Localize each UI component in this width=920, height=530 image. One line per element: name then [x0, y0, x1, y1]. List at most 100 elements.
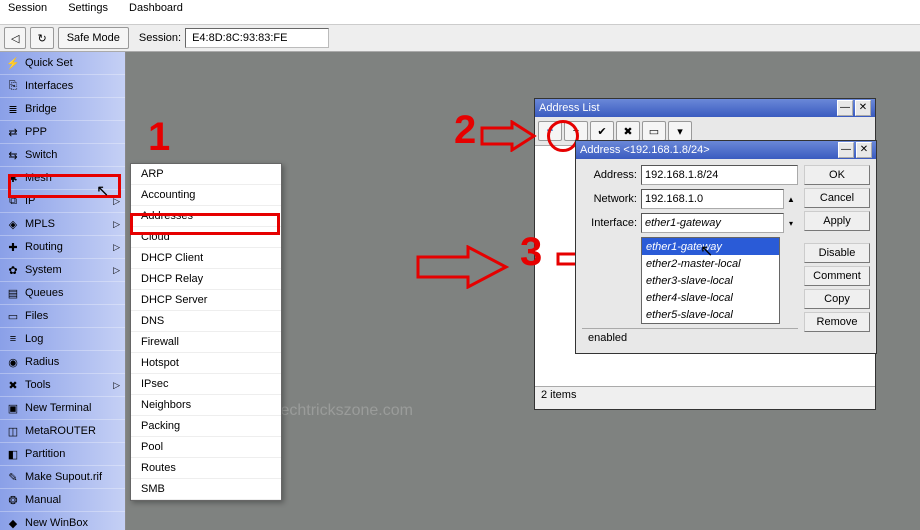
sidebar-item-label: Interfaces: [25, 80, 120, 92]
submenu-item-dhcp-client[interactable]: DHCP Client: [131, 248, 281, 269]
sidebar-item-mpls[interactable]: ◈MPLS▷: [0, 213, 125, 236]
cancel-button[interactable]: Cancel: [804, 188, 870, 208]
submenu-item-pool[interactable]: Pool: [131, 437, 281, 458]
sidebar-item-label: Partition: [25, 448, 120, 460]
submenu-item-dhcp-relay[interactable]: DHCP Relay: [131, 269, 281, 290]
sidebar-icon: ✎: [5, 469, 21, 485]
menu-item[interactable]: Session: [8, 2, 47, 14]
sidebar-icon: ▭: [5, 308, 21, 324]
list-item[interactable]: ether5-slave-local: [642, 306, 779, 323]
network-label: Network:: [582, 193, 637, 205]
sidebar-item-quick-set[interactable]: ⚡Quick Set: [0, 52, 125, 75]
cursor-icon: ↖: [96, 181, 109, 201]
sidebar-item-files[interactable]: ▭ Files: [0, 305, 125, 328]
sidebar-icon: ⚡: [5, 55, 21, 71]
submenu-item-addresses[interactable]: Addresses: [131, 206, 281, 227]
close-icon[interactable]: ✕: [855, 100, 871, 116]
sidebar-item-partition[interactable]: ◧ Partition: [0, 443, 125, 466]
submenu-item-dns[interactable]: DNS: [131, 311, 281, 332]
sidebar-item-manual[interactable]: ❂Manual: [0, 489, 125, 512]
dialog-fields: Address: 192.168.1.8/24 Network: 192.168…: [582, 165, 798, 347]
tool-button[interactable]: ▭: [642, 121, 666, 141]
address-input[interactable]: 192.168.1.8/24: [641, 165, 798, 185]
close-icon[interactable]: ✕: [856, 142, 872, 158]
sidebar: ⚡Quick Set⎘Interfaces≣Bridge⇄PPP⇆Switch✱…: [0, 52, 126, 530]
safe-mode-button[interactable]: Safe Mode: [58, 27, 129, 49]
sidebar-item-tools[interactable]: ✖Tools▷: [0, 374, 125, 397]
sidebar-item-metarouter[interactable]: ◫ MetaROUTER: [0, 420, 125, 443]
sidebar-item-switch[interactable]: ⇆ Switch: [0, 144, 125, 167]
tool-button[interactable]: ▾: [668, 121, 692, 141]
sidebar-icon: ✚: [5, 239, 21, 255]
sidebar-item-label: MPLS: [25, 218, 113, 230]
submenu-item-neighbors[interactable]: Neighbors: [131, 395, 281, 416]
sidebar-item-label: Files: [25, 310, 120, 322]
sidebar-item-queues[interactable]: ▤Queues: [0, 282, 125, 305]
arrow-icon: [416, 245, 512, 289]
submenu-item-packing[interactable]: Packing: [131, 416, 281, 437]
sidebar-icon: ◈: [5, 216, 21, 232]
sidebar-item-new-terminal[interactable]: ▣New Terminal: [0, 397, 125, 420]
sidebar-item-bridge[interactable]: ≣Bridge: [0, 98, 125, 121]
submenu-item-arp[interactable]: ARP: [131, 164, 281, 185]
sidebar-item-label: Log: [25, 333, 120, 345]
sidebar-icon: ✖: [5, 377, 21, 393]
sidebar-icon: ⇆: [5, 147, 21, 163]
ok-button[interactable]: OK: [804, 165, 870, 185]
sidebar-item-radius[interactable]: ◉Radius: [0, 351, 125, 374]
list-item[interactable]: ether4-slave-local: [642, 289, 779, 306]
window-titlebar[interactable]: Address List — ✕: [535, 99, 875, 117]
tool-button[interactable]: ✖: [616, 121, 640, 141]
comment-button[interactable]: Comment: [804, 266, 870, 286]
up-icon[interactable]: ▲: [784, 195, 798, 204]
back-button[interactable]: ◁: [4, 27, 26, 49]
interface-select[interactable]: ether1-gateway: [641, 213, 784, 233]
window-titlebar[interactable]: Address <192.168.1.8/24> — ✕: [576, 141, 876, 159]
window-title: Address <192.168.1.8/24>: [580, 144, 836, 156]
menu-item[interactable]: Dashboard: [129, 2, 183, 14]
sidebar-item-log[interactable]: ≡Log: [0, 328, 125, 351]
menu-item[interactable]: Settings: [68, 2, 108, 14]
sidebar-item-routing[interactable]: ✚Routing▷: [0, 236, 125, 259]
list-item[interactable]: ether3-slave-local: [642, 272, 779, 289]
submenu-item-dhcp-server[interactable]: DHCP Server: [131, 290, 281, 311]
add-button[interactable]: +: [538, 121, 562, 141]
submenu-item-accounting[interactable]: Accounting: [131, 185, 281, 206]
minimize-icon[interactable]: —: [838, 142, 854, 158]
sidebar-icon: ◧: [5, 446, 21, 462]
sidebar-item-ppp[interactable]: ⇄PPP: [0, 121, 125, 144]
sidebar-icon: ◫: [5, 423, 21, 439]
remove-button[interactable]: Remove: [804, 312, 870, 332]
dropdown-icon[interactable]: ▾: [784, 219, 798, 228]
sidebar-item-make-supout.rif[interactable]: ✎Make Supout.rif: [0, 466, 125, 489]
status-text: enabled: [582, 328, 798, 347]
annotation-number: 2: [454, 108, 476, 153]
cursor-icon: ↖: [700, 241, 713, 261]
submenu-item-hotspot[interactable]: Hotspot: [131, 353, 281, 374]
window-title: Address List: [539, 102, 835, 114]
redo-button[interactable]: ↻: [30, 27, 53, 49]
sidebar-item-interfaces[interactable]: ⎘Interfaces: [0, 75, 125, 98]
submenu-item-ipsec[interactable]: IPsec: [131, 374, 281, 395]
menubar: Session Settings Dashboard: [0, 0, 920, 25]
sidebar-item-system[interactable]: ✿System▷: [0, 259, 125, 282]
submenu-item-smb[interactable]: SMB: [131, 479, 281, 500]
copy-button[interactable]: Copy: [804, 289, 870, 309]
chevron-icon: ▷: [113, 380, 120, 391]
network-input[interactable]: 192.168.1.0: [641, 189, 784, 209]
submenu-item-routes[interactable]: Routes: [131, 458, 281, 479]
disable-button[interactable]: Disable: [804, 243, 870, 263]
submenu-item-cloud[interactable]: Cloud: [131, 227, 281, 248]
remove-button[interactable]: −: [564, 121, 588, 141]
annotation-number: 1: [148, 115, 170, 160]
apply-button[interactable]: Apply: [804, 211, 870, 231]
sidebar-item-label: Switch: [25, 149, 120, 161]
address-dialog[interactable]: Address <192.168.1.8/24> — ✕ Address: 19…: [575, 140, 877, 354]
submenu-item-firewall[interactable]: Firewall: [131, 332, 281, 353]
watermark: techtrickszone.com: [276, 402, 413, 420]
sidebar-icon: ❂: [5, 492, 21, 508]
tool-button[interactable]: ✔: [590, 121, 614, 141]
minimize-icon[interactable]: —: [837, 100, 853, 116]
sidebar-item-label: MetaROUTER: [25, 425, 120, 437]
sidebar-item-new-winbox[interactable]: ◆New WinBox: [0, 512, 125, 530]
